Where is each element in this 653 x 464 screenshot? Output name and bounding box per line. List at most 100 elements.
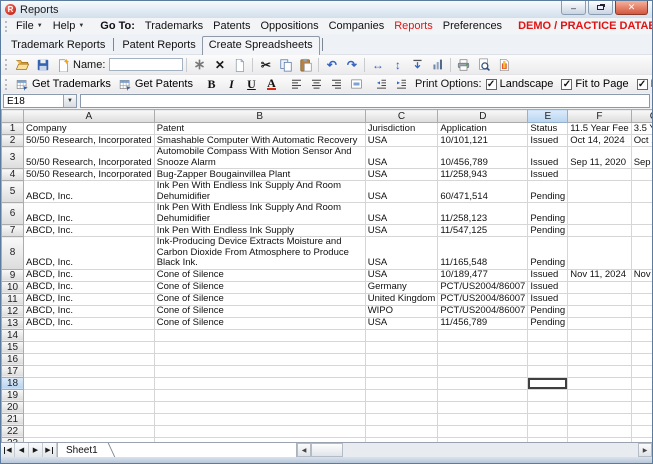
align-right-button[interactable] bbox=[327, 76, 346, 93]
cell-G14[interactable] bbox=[631, 329, 652, 341]
cell-D12[interactable]: PCT/US2004/86007 bbox=[438, 305, 528, 317]
cell-E20[interactable] bbox=[528, 401, 568, 413]
row-header-22[interactable]: 22 bbox=[2, 425, 24, 437]
redo-button[interactable]: ↷ bbox=[342, 56, 361, 73]
cell-F21[interactable] bbox=[568, 413, 631, 425]
cell-C21[interactable] bbox=[365, 413, 438, 425]
cell-C7[interactable]: USA bbox=[365, 225, 438, 237]
cell-E12[interactable]: Pending bbox=[528, 305, 568, 317]
cell-A11[interactable]: ABCD, Inc. bbox=[24, 293, 155, 305]
menu-patents[interactable]: Patents bbox=[208, 20, 255, 32]
font-color-button[interactable]: A bbox=[267, 78, 276, 90]
column-header-D[interactable]: D bbox=[438, 110, 528, 123]
cut-button[interactable]: ✂ bbox=[256, 56, 275, 73]
cell-G10[interactable] bbox=[631, 281, 652, 293]
cell-B3[interactable]: Automobile Compass With Motion Sensor An… bbox=[154, 147, 365, 169]
cell-C4[interactable]: USA bbox=[365, 169, 438, 181]
cell-A10[interactable]: ABCD, Inc. bbox=[24, 281, 155, 293]
row-header-20[interactable]: 20 bbox=[2, 401, 24, 413]
indent-decrease-button[interactable] bbox=[372, 76, 391, 93]
cell-E18[interactable] bbox=[528, 377, 568, 389]
cell-A5[interactable]: ABCD, Inc. bbox=[24, 181, 155, 203]
cell-E10[interactable]: Issued bbox=[528, 281, 568, 293]
cell-D3[interactable]: 10/456,789 bbox=[438, 147, 528, 169]
formula-input[interactable] bbox=[80, 94, 650, 108]
cell-E5[interactable]: Pending bbox=[528, 181, 568, 203]
bold-button[interactable]: B bbox=[202, 76, 221, 93]
merge-cells-button[interactable] bbox=[347, 76, 366, 93]
cell-D14[interactable] bbox=[438, 329, 528, 341]
cell-E7[interactable]: Pending bbox=[528, 225, 568, 237]
cell-G20[interactable] bbox=[631, 401, 652, 413]
cell-D16[interactable] bbox=[438, 353, 528, 365]
cell-D19[interactable] bbox=[438, 389, 528, 401]
tab-patent-reports[interactable]: Patent Reports bbox=[116, 37, 201, 54]
row-header-19[interactable]: 19 bbox=[2, 389, 24, 401]
bar-chart-button[interactable] bbox=[428, 56, 447, 73]
row-header-17[interactable]: 17 bbox=[2, 365, 24, 377]
get-trademarks-button[interactable]: Get Trademarks bbox=[12, 76, 114, 93]
cell-A15[interactable] bbox=[24, 341, 155, 353]
get-patents-button[interactable]: Get Patents bbox=[115, 76, 196, 93]
cell-D20[interactable] bbox=[438, 401, 528, 413]
column-header-A[interactable]: A bbox=[24, 110, 155, 123]
row-header-5[interactable]: 5 bbox=[2, 181, 24, 203]
row-header-9[interactable]: 9 bbox=[2, 269, 24, 281]
cell-E21[interactable] bbox=[528, 413, 568, 425]
menu-preferences[interactable]: Preferences bbox=[438, 20, 507, 32]
cell-A3[interactable]: 50/50 Research, Incorporated bbox=[24, 147, 155, 169]
column-header-B[interactable]: B bbox=[154, 110, 365, 123]
cell-A17[interactable] bbox=[24, 365, 155, 377]
cell-B16[interactable] bbox=[154, 353, 365, 365]
cell-D9[interactable]: 10/189,477 bbox=[438, 269, 528, 281]
cell-C13[interactable]: USA bbox=[365, 317, 438, 329]
cell-E14[interactable] bbox=[528, 329, 568, 341]
row-header-3[interactable]: 3 bbox=[2, 147, 24, 169]
next-sheet-button[interactable]: ▶ bbox=[29, 443, 43, 457]
cell-G22[interactable] bbox=[631, 425, 652, 437]
cell-G1[interactable]: 3.5 Year bbox=[631, 123, 652, 135]
cell-E22[interactable] bbox=[528, 425, 568, 437]
cell-B10[interactable]: Cone of Silence bbox=[154, 281, 365, 293]
cell-F12[interactable] bbox=[568, 305, 631, 317]
cell-C19[interactable] bbox=[365, 389, 438, 401]
cell-D1[interactable]: Application bbox=[438, 123, 528, 135]
cell-E9[interactable]: Issued bbox=[528, 269, 568, 281]
row-header-12[interactable]: 12 bbox=[2, 305, 24, 317]
cell-B2[interactable]: Smashable Computer With Automatic Recove… bbox=[154, 135, 365, 147]
cell-B4[interactable]: Bug-Zapper Bougainvillea Plant bbox=[154, 169, 365, 181]
checkbox-landscape[interactable]: ✓Landscape bbox=[486, 78, 554, 90]
cell-F1[interactable]: 11.5 Year Fee bbox=[568, 123, 631, 135]
cell-E15[interactable] bbox=[528, 341, 568, 353]
print-preview-button[interactable] bbox=[474, 56, 493, 73]
clear-button[interactable] bbox=[230, 56, 249, 73]
cell-B7[interactable]: Ink Pen With Endless Ink Supply bbox=[154, 225, 365, 237]
cell-G4[interactable] bbox=[631, 169, 652, 181]
column-header-F[interactable]: F bbox=[568, 110, 631, 123]
cell-C16[interactable] bbox=[365, 353, 438, 365]
undo-button[interactable]: ↶ bbox=[322, 56, 341, 73]
cell-F19[interactable] bbox=[568, 389, 631, 401]
restore-button[interactable] bbox=[588, 1, 613, 15]
menu-companies[interactable]: Companies bbox=[324, 20, 390, 32]
cell-C15[interactable] bbox=[365, 341, 438, 353]
row-header-16[interactable]: 16 bbox=[2, 353, 24, 365]
cell-E13[interactable]: Pending bbox=[528, 317, 568, 329]
row-header-14[interactable]: 14 bbox=[2, 329, 24, 341]
row-header-4[interactable]: 4 bbox=[2, 169, 24, 181]
cell-G9[interactable]: Nov 11, 2 bbox=[631, 269, 652, 281]
cell-G3[interactable]: Sep 11, 2 bbox=[631, 147, 652, 169]
cell-C2[interactable]: USA bbox=[365, 135, 438, 147]
cell-G11[interactable] bbox=[631, 293, 652, 305]
cell-C20[interactable] bbox=[365, 401, 438, 413]
row-header-7[interactable]: 7 bbox=[2, 225, 24, 237]
cell-B14[interactable] bbox=[154, 329, 365, 341]
cell-F4[interactable] bbox=[568, 169, 631, 181]
cell-F9[interactable]: Nov 11, 2024 bbox=[568, 269, 631, 281]
cell-G2[interactable]: Oct 14, 2 bbox=[631, 135, 652, 147]
cell-F18[interactable] bbox=[568, 377, 631, 389]
cell-E4[interactable]: Issued bbox=[528, 169, 568, 181]
row-header-2[interactable]: 2 bbox=[2, 135, 24, 147]
cell-G15[interactable] bbox=[631, 341, 652, 353]
horizontal-scrollbar[interactable]: ◀ ▶ bbox=[297, 443, 652, 457]
